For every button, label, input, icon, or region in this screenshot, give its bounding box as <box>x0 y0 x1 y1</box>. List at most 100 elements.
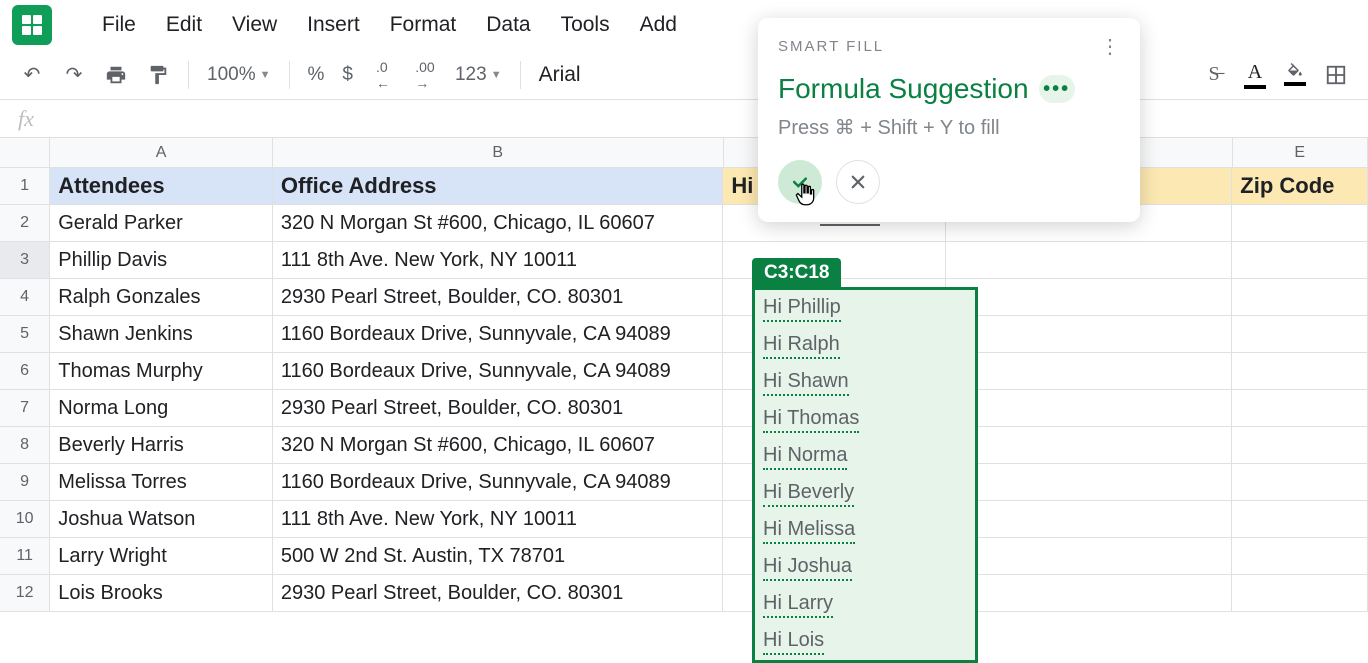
cell[interactable] <box>1232 205 1368 242</box>
decrease-decimal-icon[interactable]: .0← <box>371 63 395 87</box>
cell[interactable] <box>1232 538 1368 575</box>
font-family-dropdown[interactable]: Arial <box>539 63 581 87</box>
cell[interactable] <box>1232 242 1368 279</box>
header-zip[interactable]: Zip Code <box>1232 168 1368 205</box>
menu-file[interactable]: File <box>102 13 136 37</box>
col-header-B[interactable]: B <box>273 138 724 168</box>
formula-more-button[interactable]: ••• <box>1039 75 1075 103</box>
format-currency[interactable]: $ <box>342 64 353 86</box>
row-header[interactable]: 3 <box>0 242 50 279</box>
cell[interactable] <box>1232 390 1368 427</box>
cell[interactable]: Melissa Torres <box>50 464 273 501</box>
undo-icon[interactable]: ↶ <box>20 63 44 87</box>
row-header[interactable]: 12 <box>0 575 50 612</box>
header-attendees[interactable]: Attendees <box>50 168 273 205</box>
cell[interactable]: 500 W 2nd St. Austin, TX 78701 <box>273 538 723 575</box>
fill-color-button[interactable] <box>1284 63 1306 86</box>
row-header[interactable]: 1 <box>0 168 50 205</box>
smartfill-card: SMART FILL ⋮ Formula Suggestion ••• Pres… <box>758 18 1140 222</box>
print-icon[interactable] <box>104 63 128 87</box>
cell[interactable]: Ralph Gonzales <box>50 279 273 316</box>
redo-icon[interactable]: ↷ <box>62 63 86 87</box>
cell[interactable]: Norma Long <box>50 390 273 427</box>
cell[interactable] <box>1232 501 1368 538</box>
cell[interactable]: 1160 Bordeaux Drive, Sunnyvale, CA 94089 <box>273 464 723 501</box>
cell[interactable]: Lois Brooks <box>50 575 273 612</box>
cell[interactable] <box>946 575 1232 612</box>
cell[interactable]: 320 N Morgan St #600, Chicago, IL 60607 <box>273 205 723 242</box>
cell[interactable] <box>1232 464 1368 501</box>
header-office-address[interactable]: Office Address <box>273 168 723 205</box>
cell[interactable]: 2930 Pearl Street, Boulder, CO. 80301 <box>273 575 723 612</box>
menu-addons[interactable]: Add <box>640 13 677 37</box>
cell[interactable] <box>946 390 1232 427</box>
dismiss-suggestion-button[interactable] <box>836 160 880 204</box>
menu-insert[interactable]: Insert <box>307 13 360 37</box>
sheets-logo <box>12 5 52 45</box>
cell[interactable] <box>1232 427 1368 464</box>
borders-icon[interactable] <box>1324 63 1348 87</box>
cell[interactable]: 2930 Pearl Street, Boulder, CO. 80301 <box>273 390 723 427</box>
increase-decimal-icon[interactable]: .00→ <box>413 63 437 87</box>
cell[interactable] <box>946 242 1232 279</box>
col-header-A[interactable]: A <box>50 138 273 168</box>
cell[interactable] <box>946 353 1232 390</box>
cell[interactable] <box>946 279 1232 316</box>
smartfill-hint: Press ⌘ + Shift + Y to fill <box>778 115 1120 140</box>
cell[interactable]: 1160 Bordeaux Drive, Sunnyvale, CA 94089 <box>273 353 723 390</box>
cell[interactable]: Shawn Jenkins <box>50 316 273 353</box>
cell[interactable] <box>1232 316 1368 353</box>
menu-view[interactable]: View <box>232 13 277 37</box>
formula-bar: fx <box>0 100 1368 138</box>
strikethrough-icon[interactable]: S̶ <box>1202 63 1226 87</box>
cell[interactable]: Beverly Harris <box>50 427 273 464</box>
row-header[interactable]: 9 <box>0 464 50 501</box>
suggest-cell: Hi Ralph <box>755 327 975 364</box>
table-row: 12 Lois Brooks 2930 Pearl Street, Boulde… <box>0 575 1368 612</box>
spreadsheet-grid[interactable]: A B E 1 Attendees Office Address Hi E-ma… <box>0 138 1368 612</box>
row-header[interactable]: 8 <box>0 427 50 464</box>
cell[interactable] <box>946 316 1232 353</box>
table-row: 4 Ralph Gonzales 2930 Pearl Street, Boul… <box>0 279 1368 316</box>
cell[interactable]: 111 8th Ave. New York, NY 10011 <box>273 242 723 279</box>
menu-edit[interactable]: Edit <box>166 13 202 37</box>
more-vert-icon[interactable]: ⋮ <box>1100 34 1120 59</box>
select-all-corner[interactable] <box>0 138 50 168</box>
cell[interactable]: Joshua Watson <box>50 501 273 538</box>
cell[interactable]: 320 N Morgan St #600, Chicago, IL 60607 <box>273 427 723 464</box>
cell[interactable] <box>946 464 1232 501</box>
cell[interactable] <box>1232 353 1368 390</box>
row-header[interactable]: 11 <box>0 538 50 575</box>
cell[interactable]: Larry Wright <box>50 538 273 575</box>
menu-format[interactable]: Format <box>390 13 457 37</box>
row-header[interactable]: 10 <box>0 501 50 538</box>
paint-format-icon[interactable] <box>146 63 170 87</box>
accept-suggestion-button[interactable] <box>778 160 822 204</box>
text-color-button[interactable]: A <box>1244 61 1266 89</box>
row-header[interactable]: 7 <box>0 390 50 427</box>
cell[interactable] <box>946 501 1232 538</box>
cell[interactable] <box>1232 575 1368 612</box>
row-header[interactable]: 5 <box>0 316 50 353</box>
row-header[interactable]: 2 <box>0 205 50 242</box>
cell[interactable]: Phillip Davis <box>50 242 273 279</box>
number-format-dropdown[interactable]: 123▼ <box>455 64 502 86</box>
cell[interactable]: 111 8th Ave. New York, NY 10011 <box>273 501 723 538</box>
row-header[interactable]: 6 <box>0 353 50 390</box>
cell[interactable]: Gerald Parker <box>50 205 273 242</box>
formula-input[interactable] <box>52 100 1368 137</box>
cell[interactable]: 1160 Bordeaux Drive, Sunnyvale, CA 94089 <box>273 316 723 353</box>
col-header-E[interactable]: E <box>1233 138 1368 168</box>
cell[interactable] <box>946 427 1232 464</box>
menu-tools[interactable]: Tools <box>561 13 610 37</box>
cell[interactable] <box>946 538 1232 575</box>
cell[interactable]: Thomas Murphy <box>50 353 273 390</box>
cell[interactable] <box>1232 279 1368 316</box>
row-header[interactable]: 4 <box>0 279 50 316</box>
zoom-dropdown[interactable]: 100%▼ <box>207 64 271 86</box>
menubar: File Edit View Insert Format Data Tools … <box>0 0 1368 50</box>
menu-data[interactable]: Data <box>486 13 530 37</box>
cell[interactable]: 2930 Pearl Street, Boulder, CO. 80301 <box>273 279 723 316</box>
table-row: 9 Melissa Torres 1160 Bordeaux Drive, Su… <box>0 464 1368 501</box>
format-percent[interactable]: % <box>308 64 325 86</box>
